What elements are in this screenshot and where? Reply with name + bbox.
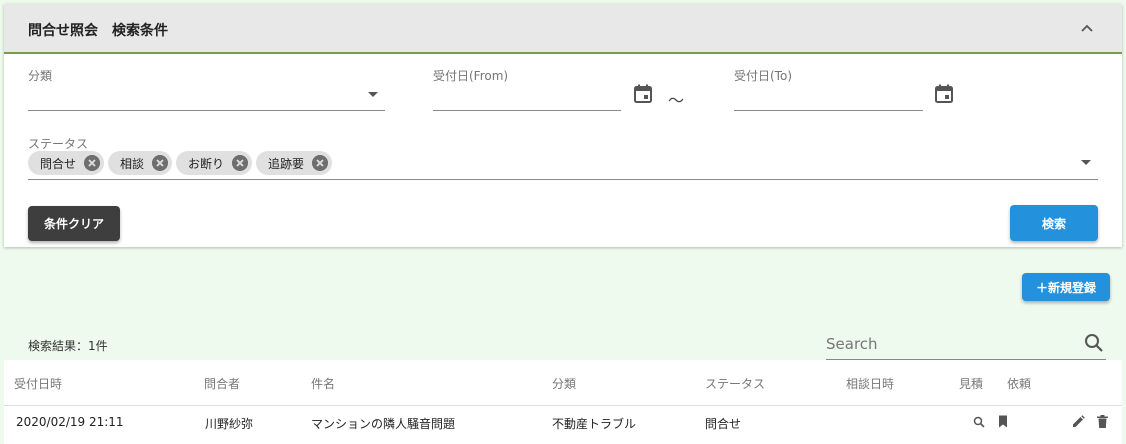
date-from-input[interactable] xyxy=(433,110,621,111)
chip-label: 相談 xyxy=(120,156,145,171)
results-table: 受付日時 問合者 件名 分類 ステータス 相談日時 見積 依頼 2020/02/… xyxy=(4,360,1122,444)
cell-category: 不動産トラブル xyxy=(552,417,637,431)
calendar-icon[interactable] xyxy=(633,84,653,104)
search-icon[interactable] xyxy=(1084,333,1104,353)
range-separator: ～ xyxy=(668,91,685,110)
cell-inquirer: 川野紗弥 xyxy=(205,417,254,431)
chip-remove-icon[interactable] xyxy=(152,155,169,171)
chip-remove-icon[interactable] xyxy=(232,155,249,171)
column-header[interactable]: 件名 xyxy=(311,375,335,392)
status-select[interactable] xyxy=(28,179,1098,180)
calendar-icon[interactable] xyxy=(934,84,954,104)
status-chip: お断り xyxy=(176,151,253,175)
search-box xyxy=(826,328,1106,360)
panel-header[interactable]: 問合せ照会 検索条件 xyxy=(4,4,1122,54)
edit-pencil-icon[interactable] xyxy=(1072,415,1085,428)
search-condition-panel: 問合せ照会 検索条件 分類 受付日(From) ～ 受付日(To) ステータス … xyxy=(4,4,1122,247)
result-count: 検索結果：1件 xyxy=(28,339,108,353)
chip-label: 追跡要 xyxy=(268,156,305,171)
cell-subject: マンションの隣人騒音問題 xyxy=(311,417,456,431)
cell-received-at: 2020/02/19 21:11 xyxy=(16,415,124,429)
column-header[interactable]: 相談日時 xyxy=(846,375,894,392)
search-input[interactable] xyxy=(826,332,1066,356)
new-registration-button[interactable]: ＋新規登録 xyxy=(1022,273,1110,301)
column-header: 依頼 xyxy=(1007,377,1032,391)
trash-icon[interactable] xyxy=(1097,415,1108,428)
magnify-icon[interactable] xyxy=(973,416,985,428)
status-chip: 問合せ xyxy=(28,151,105,175)
date-to-input[interactable] xyxy=(734,110,923,111)
panel-title: 問合せ照会 検索条件 xyxy=(28,23,168,39)
header-divider xyxy=(4,405,1122,406)
status-chip: 相談 xyxy=(108,151,173,175)
column-header: 見積 xyxy=(959,377,984,391)
chip-label: 問合せ xyxy=(40,156,77,171)
date-from-label: 受付日(From) xyxy=(433,69,509,83)
search-button[interactable]: 検索 xyxy=(1010,205,1098,241)
category-label: 分類 xyxy=(28,69,53,83)
chip-remove-icon[interactable] xyxy=(312,155,329,171)
date-to-label: 受付日(To) xyxy=(734,69,792,83)
dropdown-arrow-icon[interactable] xyxy=(367,91,379,99)
bookmark-icon[interactable] xyxy=(998,415,1008,428)
column-header[interactable]: ステータス xyxy=(705,375,765,392)
clear-conditions-button[interactable]: 条件クリア xyxy=(28,206,120,241)
category-select[interactable] xyxy=(28,110,385,111)
dropdown-arrow-icon[interactable] xyxy=(1080,159,1092,167)
status-chip-list: 問合せ 相談 お断り 追跡要 xyxy=(28,151,333,175)
column-header[interactable]: 分類 xyxy=(552,375,576,392)
chevron-up-icon[interactable] xyxy=(1080,21,1094,35)
status-label: ステータス xyxy=(28,137,89,151)
cell-status: 問合せ xyxy=(705,417,742,431)
chip-remove-icon[interactable] xyxy=(84,155,101,171)
column-header[interactable]: 受付日時 xyxy=(14,375,62,392)
chip-label: お断り xyxy=(188,156,225,171)
column-header[interactable]: 問合者 xyxy=(204,375,240,392)
status-chip: 追跡要 xyxy=(256,151,333,175)
